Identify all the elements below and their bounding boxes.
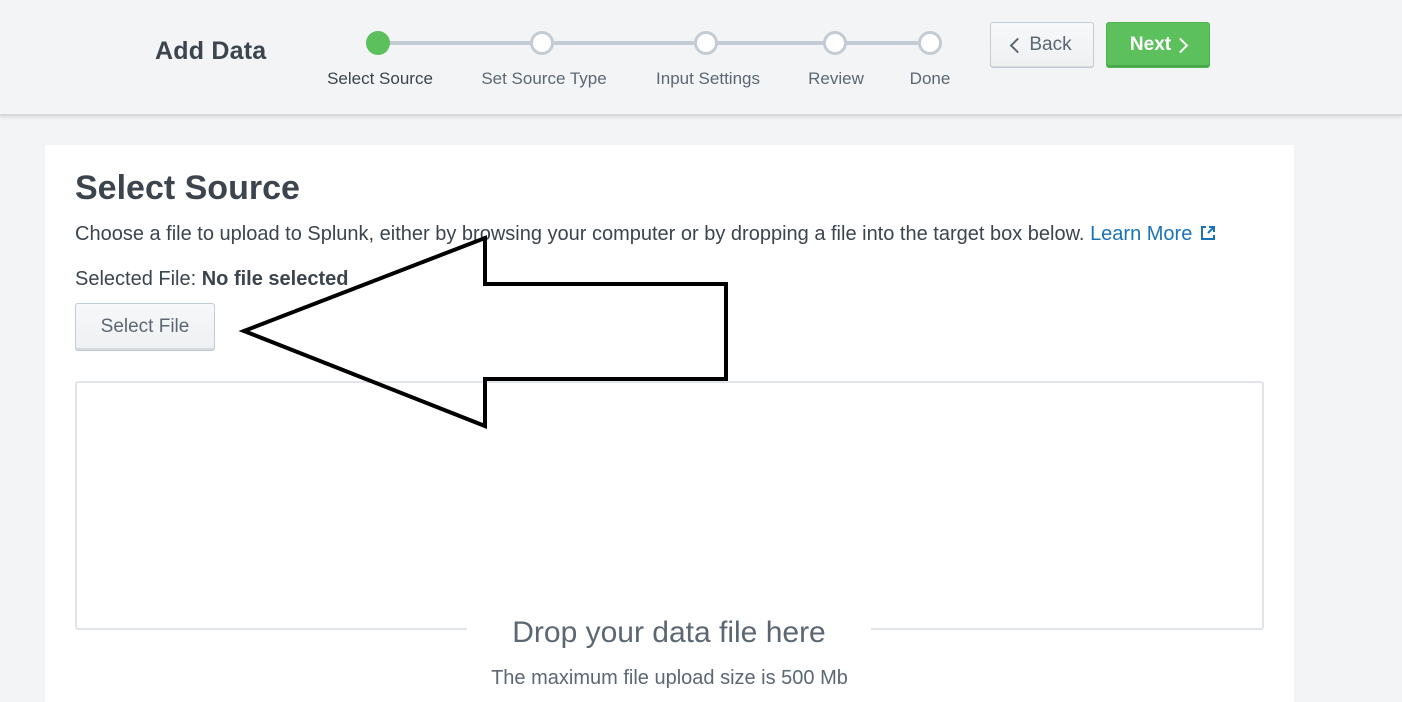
- dropzone-subtitle: The maximum file upload size is 500 Mb: [491, 667, 848, 689]
- step-label-review: Review: [808, 69, 864, 88]
- step-dot-select-source: [366, 31, 390, 55]
- chevron-left-icon: [1010, 37, 1026, 53]
- learn-more-label: Learn More: [1090, 223, 1193, 245]
- back-button[interactable]: Back: [990, 22, 1094, 68]
- next-button-label: Next: [1129, 34, 1172, 55]
- selected-file-value: No file selected: [201, 268, 349, 290]
- description-text: Choose a file to upload to Splunk, eithe…: [75, 223, 1085, 245]
- step-label-set-source-type: Set Source Type: [481, 69, 607, 88]
- step-connector: [387, 41, 535, 45]
- dropzone-title-wrap: Drop your data file here: [467, 609, 871, 657]
- file-dropzone[interactable]: [75, 381, 1264, 630]
- step-dot-done: [918, 31, 942, 55]
- description: Choose a file to upload to Splunk, eithe…: [75, 223, 1216, 247]
- next-button[interactable]: Next: [1106, 22, 1210, 68]
- chevron-right-icon: [1172, 37, 1189, 53]
- selected-file-row: Selected File: No file selected: [75, 268, 348, 291]
- dropzone-title: Drop your data file here: [512, 616, 826, 649]
- selected-file-label: Selected File:: [75, 268, 197, 290]
- back-button-label: Back: [1029, 34, 1072, 55]
- step-dot-review: [823, 31, 847, 55]
- step-label-select-source: Select Source: [327, 69, 433, 88]
- step-dot-input-settings: [694, 31, 718, 55]
- select-file-button[interactable]: Select File: [75, 303, 215, 351]
- external-link-icon: [1200, 224, 1216, 247]
- step-connector: [552, 41, 699, 45]
- section-title: Select Source: [75, 169, 300, 207]
- wizard-header: Add Data Select Source Set Source Type I…: [0, 0, 1402, 116]
- step-dot-set-source-type: [530, 31, 554, 55]
- learn-more-link[interactable]: Learn More: [1090, 223, 1216, 245]
- step-label-done: Done: [909, 69, 951, 88]
- step-connector: [845, 41, 923, 45]
- wizard-stepper: Select Source Set Source Type Input Sett…: [0, 0, 1000, 110]
- step-label-input-settings: Input Settings: [656, 69, 760, 88]
- step-connector: [716, 41, 828, 45]
- select-source-panel: Select Source Choose a file to upload to…: [45, 145, 1294, 702]
